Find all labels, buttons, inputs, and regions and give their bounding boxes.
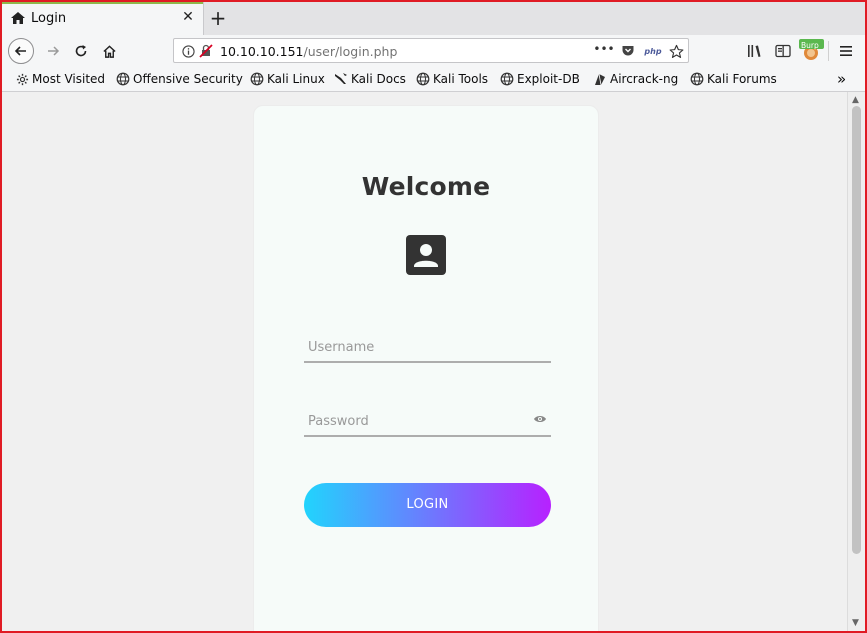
page-content: Welcome LOGIN [2,92,847,631]
home-icon [10,10,26,26]
pocket-icon[interactable] [620,43,636,59]
bookmarks-toolbar: Most Visited Offensive Security Kali Lin… [2,67,865,92]
vertical-scrollbar[interactable]: ▲ ▼ [847,92,865,631]
globe-icon [500,72,514,86]
forward-button[interactable] [42,40,64,62]
menu-button[interactable] [835,40,857,62]
arrow-left-icon [14,46,26,56]
login-button[interactable]: LOGIN [304,483,551,527]
burp-badge-label: Burp [801,41,819,50]
toolbar-divider [828,41,829,61]
bookmark-offensive-security[interactable]: Offensive Security [116,71,243,87]
back-button[interactable] [8,38,34,64]
navigation-bar: 10.10.10.151/user/login.php ••• php Burp [2,35,865,67]
burp-proxy-extension[interactable]: Burp [799,38,825,62]
home-button[interactable] [98,40,120,62]
page-actions-button[interactable]: ••• [593,41,614,57]
bookmark-star-icon[interactable] [668,43,684,59]
bookmark-kali-docs[interactable]: Kali Docs [334,71,406,87]
sidebar-button[interactable] [772,40,794,62]
bookmark-kali-forums[interactable]: Kali Forums [690,71,777,87]
login-card: Welcome LOGIN [254,106,598,631]
reload-icon [75,45,87,57]
url-bar[interactable]: 10.10.10.151/user/login.php ••• php [173,38,689,63]
tab-bar: Login ✕ + [2,2,865,35]
arrow-right-icon [48,46,60,56]
user-account-icon [406,235,446,275]
gear-icon [16,73,29,85]
eye-icon[interactable] [533,413,547,425]
aircrack-icon [595,73,605,86]
bookmark-kali-linux[interactable]: Kali Linux [250,71,325,87]
hamburger-menu-icon [840,46,852,56]
bookmark-exploit-db[interactable]: Exploit-DB [500,71,580,87]
home-outline-icon [102,44,116,58]
kali-dragon-icon [335,73,347,84]
tab-login[interactable]: Login ✕ [2,2,204,35]
info-icon[interactable] [180,43,196,59]
tab-title: Login [31,11,67,26]
password-field [304,407,551,437]
scroll-up-arrow-icon[interactable]: ▲ [852,95,859,105]
url-text: 10.10.10.151/user/login.php [220,44,398,59]
library-icon [748,45,761,57]
scroll-down-arrow-icon[interactable]: ▼ [852,618,859,628]
globe-icon [690,72,704,86]
library-button[interactable] [744,40,766,62]
globe-icon [416,72,430,86]
bookmark-kali-tools[interactable]: Kali Tools [416,71,488,87]
php-extension-badge[interactable]: php [642,43,664,59]
globe-icon [250,72,264,86]
bookmark-aircrack-ng[interactable]: Aircrack-ng [593,71,678,87]
bookmark-most-visited[interactable]: Most Visited [16,71,105,87]
sidebar-icon [775,44,791,58]
welcome-heading: Welcome [361,172,491,201]
globe-icon [116,72,130,86]
insecure-lock-icon[interactable] [198,43,214,59]
scrollbar-thumb[interactable] [852,106,861,554]
close-tab-icon[interactable]: ✕ [180,9,196,25]
username-input[interactable] [304,333,528,361]
bookmarks-overflow-button[interactable]: » [837,70,846,88]
reload-button[interactable] [70,40,92,62]
username-field [304,333,551,363]
new-tab-button[interactable]: + [208,8,228,28]
browser-window: Login ✕ + 10.10.10.151/user/login.php ••… [0,0,867,633]
password-input[interactable] [304,407,528,435]
